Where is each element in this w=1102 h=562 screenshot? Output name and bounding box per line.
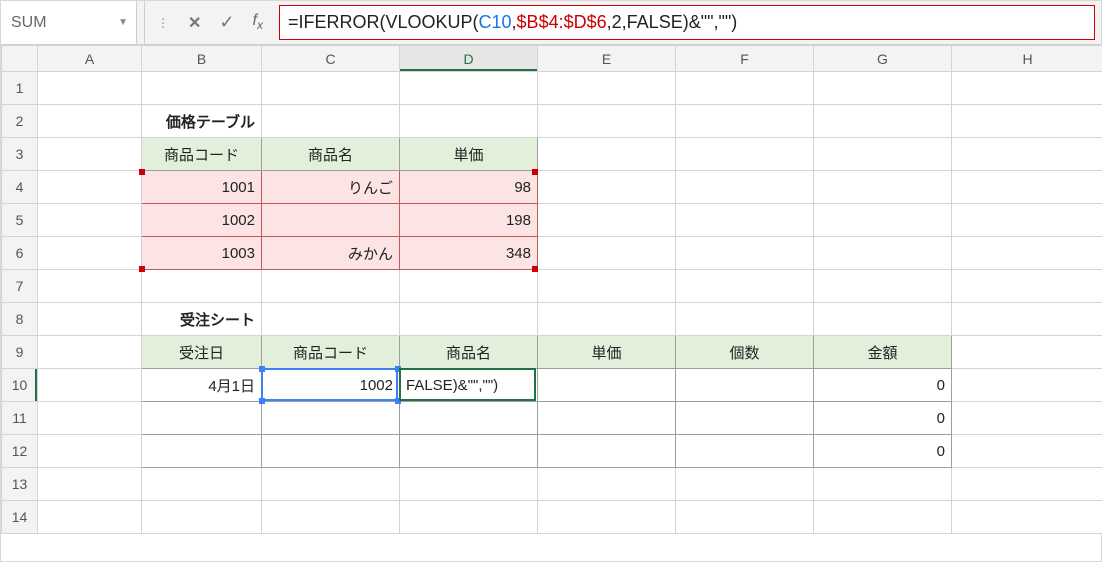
- enter-icon[interactable]: ✓: [219, 12, 234, 33]
- cell-E12[interactable]: [538, 435, 676, 468]
- row-header-13[interactable]: 13: [2, 468, 38, 501]
- formula-bar-buttons: ⋮ ✕ ✓ fx: [145, 1, 275, 44]
- price-table-title[interactable]: 価格テーブル: [142, 105, 262, 138]
- cell-D4[interactable]: 98: [400, 171, 538, 204]
- col-header-A[interactable]: A: [38, 46, 142, 72]
- fx-icon[interactable]: fx: [253, 12, 263, 32]
- order-header-unit[interactable]: 単価: [538, 336, 676, 369]
- formula-colnum: 2: [612, 12, 622, 33]
- col-header-C[interactable]: C: [262, 46, 400, 72]
- row-header-14[interactable]: 14: [2, 501, 38, 534]
- col-header-H[interactable]: H: [952, 46, 1102, 72]
- range-handle-icon[interactable]: [532, 266, 538, 272]
- cell-C6[interactable]: みかん: [262, 237, 400, 270]
- formula-empty: "": [719, 12, 732, 33]
- row-header-8[interactable]: 8: [2, 303, 38, 336]
- col-header-E[interactable]: E: [538, 46, 676, 72]
- cell-C4[interactable]: りんご: [262, 171, 400, 204]
- col-header-F[interactable]: F: [676, 46, 814, 72]
- range-handle-icon[interactable]: [139, 169, 145, 175]
- formula-ref-range: $B$4:$D$6: [517, 12, 607, 33]
- order-header-qty[interactable]: 個数: [676, 336, 814, 369]
- name-box-value: SUM: [11, 14, 47, 32]
- cell-C10[interactable]: 1002: [262, 369, 400, 402]
- price-header-unit[interactable]: 単価: [400, 138, 538, 171]
- formula-paren: ): [731, 12, 737, 33]
- cell-C11[interactable]: [262, 402, 400, 435]
- col-header-B[interactable]: B: [142, 46, 262, 72]
- col-header-G[interactable]: G: [814, 46, 952, 72]
- cell-D11[interactable]: [400, 402, 538, 435]
- formula-false: FALSE: [627, 12, 683, 33]
- range-handle-icon[interactable]: [395, 398, 401, 404]
- cell-C5[interactable]: [262, 204, 400, 237]
- formula-fn-iferror: IFERROR: [298, 12, 379, 33]
- separator: [137, 1, 145, 44]
- range-handle-icon[interactable]: [532, 169, 538, 175]
- range-handle-icon[interactable]: [259, 366, 265, 372]
- column-header-row: A B C D E F G H: [2, 46, 1102, 72]
- cell-B5[interactable]: 1002: [142, 204, 262, 237]
- row-header-7[interactable]: 7: [2, 270, 38, 303]
- row-header-3[interactable]: 3: [2, 138, 38, 171]
- cell-E11[interactable]: [538, 402, 676, 435]
- cell-D10[interactable]: FALSE)&"",""): [400, 369, 538, 402]
- cell-F12[interactable]: [676, 435, 814, 468]
- chevron-down-icon[interactable]: ▼: [118, 17, 128, 28]
- cell-B11[interactable]: [142, 402, 262, 435]
- cell-B4[interactable]: 1001: [142, 171, 262, 204]
- cell-D12[interactable]: [400, 435, 538, 468]
- spreadsheet-grid[interactable]: A B C D E F G H 1 2 価格テーブル 3: [1, 45, 1101, 534]
- row-header-2[interactable]: 2: [2, 105, 38, 138]
- order-header-amount[interactable]: 金額: [814, 336, 952, 369]
- row-header-10[interactable]: 10: [2, 369, 38, 402]
- cell-E10[interactable]: [538, 369, 676, 402]
- cell-G12[interactable]: 0: [814, 435, 952, 468]
- cell-B10[interactable]: 4月1日: [142, 369, 262, 402]
- sheet-table: A B C D E F G H 1 2 価格テーブル 3: [1, 45, 1102, 534]
- row-header-5[interactable]: 5: [2, 204, 38, 237]
- formula-fn-vlookup: VLOOKUP: [385, 12, 472, 33]
- range-handle-icon[interactable]: [395, 366, 401, 372]
- row-header-1[interactable]: 1: [2, 72, 38, 105]
- select-all-corner[interactable]: [2, 46, 38, 72]
- col-header-D[interactable]: D: [400, 46, 538, 72]
- order-sheet-title[interactable]: 受注シート: [142, 303, 262, 336]
- price-header-code[interactable]: 商品コード: [142, 138, 262, 171]
- price-header-name[interactable]: 商品名: [262, 138, 400, 171]
- row-header-6[interactable]: 6: [2, 237, 38, 270]
- cell-D5[interactable]: 198: [400, 204, 538, 237]
- row-header-12[interactable]: 12: [2, 435, 38, 468]
- cell-F10[interactable]: [676, 369, 814, 402]
- name-box[interactable]: SUM ▼: [1, 1, 137, 44]
- order-header-date[interactable]: 受注日: [142, 336, 262, 369]
- cell-B12[interactable]: [142, 435, 262, 468]
- formula-bar: SUM ▼ ⋮ ✕ ✓ fx =IFERROR(VLOOKUP(C10,$B$4…: [1, 1, 1101, 45]
- cell-G10[interactable]: 0: [814, 369, 952, 402]
- cell-G11[interactable]: 0: [814, 402, 952, 435]
- range-handle-icon[interactable]: [139, 266, 145, 272]
- cell-D6[interactable]: 348: [400, 237, 538, 270]
- cell-F11[interactable]: [676, 402, 814, 435]
- order-header-code[interactable]: 商品コード: [262, 336, 400, 369]
- cancel-icon[interactable]: ✕: [188, 13, 201, 33]
- order-header-name[interactable]: 商品名: [400, 336, 538, 369]
- cell-B6[interactable]: 1003: [142, 237, 262, 270]
- formula-ref-c10: C10: [479, 12, 512, 33]
- row-header-9[interactable]: 9: [2, 336, 38, 369]
- row-header-11[interactable]: 11: [2, 402, 38, 435]
- row-header-4[interactable]: 4: [2, 171, 38, 204]
- drag-handle-icon[interactable]: ⋮: [157, 16, 170, 30]
- formula-eq: =: [288, 12, 299, 33]
- cell-C12[interactable]: [262, 435, 400, 468]
- range-handle-icon[interactable]: [259, 398, 265, 404]
- formula-input[interactable]: =IFERROR(VLOOKUP(C10,$B$4:$D$6,2,FALSE)&…: [279, 5, 1095, 40]
- formula-concat: &"": [689, 12, 714, 33]
